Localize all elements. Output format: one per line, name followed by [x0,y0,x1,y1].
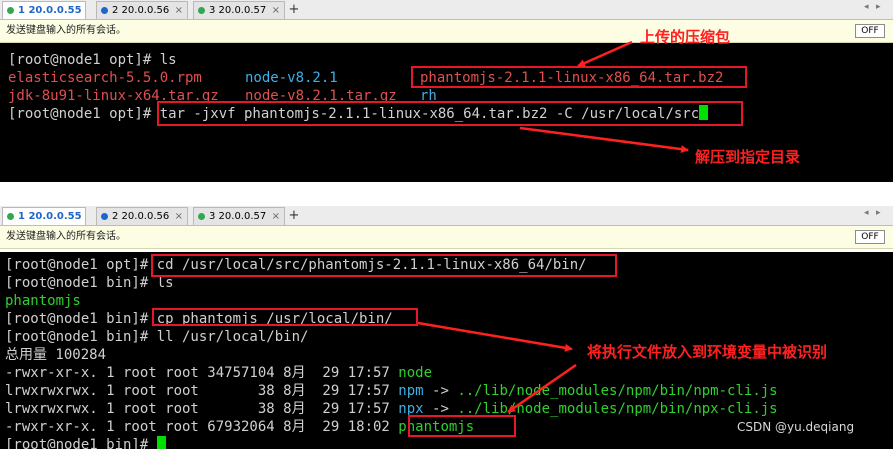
annotation-uploaded-package: 上传的压缩包 [640,28,731,46]
annotation-put-exec-into-path: 将执行文件放入到环境变量中被识别 [587,343,828,361]
arrow-uploaded-package [577,40,633,68]
arrow-extract-to-dir [519,126,689,154]
arrow-put-exec-into-path-2 [507,363,577,414]
arrow-put-exec-into-path [417,321,573,352]
annotation-extract-to-dir: 解压到指定目录 [695,148,801,166]
annotation-arrows [417,40,689,414]
